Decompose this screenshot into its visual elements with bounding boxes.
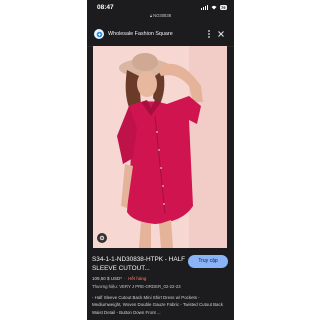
visit-button[interactable]: Truy cập: [188, 255, 228, 268]
close-icon[interactable]: [216, 29, 226, 39]
stock-status: Hết hàng: [128, 276, 147, 281]
site-logo-icon: [94, 29, 104, 39]
product-image[interactable]: [93, 46, 227, 248]
product-title[interactable]: S34-1-1-ND30838-HTPK - HALF SLEEVE CUTOU…: [92, 256, 188, 273]
product-description: - Half Sleeve Cutout Back Mini Shirt Dre…: [92, 295, 223, 315]
brand-label: Thương hiệu: VERY J PRE-ORDER_02-22-23: [92, 284, 181, 289]
more-vertical-icon[interactable]: [205, 29, 213, 39]
site-title: Wholesale Fashion Square: [108, 31, 173, 37]
url-bar[interactable]: 🔒︎NO30838: [87, 13, 234, 18]
price-separator: ·: [124, 276, 126, 281]
signal-icon: [200, 5, 208, 10]
lock-icon: 🔒︎: [149, 13, 153, 18]
wifi-icon: [211, 5, 217, 10]
google-lens-icon[interactable]: [97, 233, 107, 243]
model-photo: [93, 46, 227, 248]
browser-toolbar: Wholesale Fashion Square: [87, 22, 234, 47]
status-icons: 79: [200, 5, 227, 10]
price: 109,50 $ USD*: [92, 276, 123, 281]
phone-screen: 08:47 79 🔒︎NO30838 Wholesale Fashion Squ…: [87, 0, 234, 320]
url-text: NO30838: [153, 13, 172, 18]
status-time: 08:47: [97, 4, 114, 11]
battery-icon: 79: [219, 5, 227, 10]
price-row: 109,50 $ USD* · Hết hàng: [92, 276, 146, 281]
